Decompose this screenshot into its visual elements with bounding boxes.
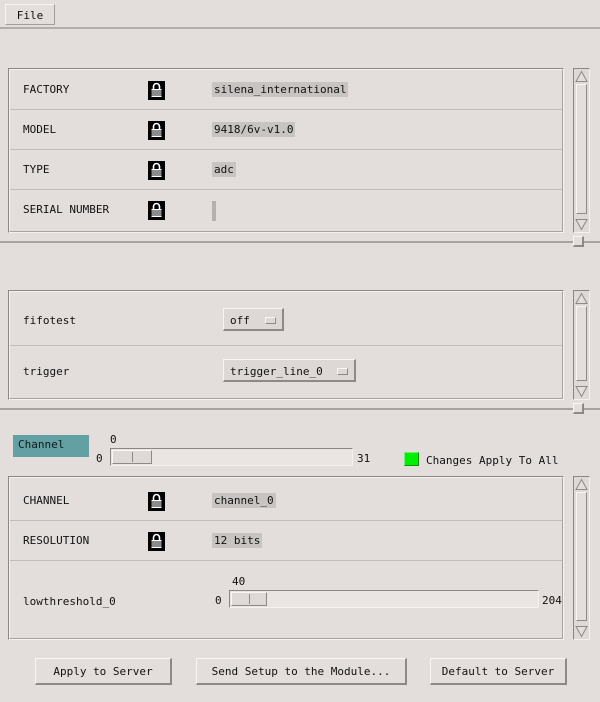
pane-sash-grip-1[interactable] — [573, 236, 584, 247]
channel-selector-bar: Channel 0 0 31 Changes Apply To All — [0, 414, 600, 467]
fifotest-option-menu[interactable]: off — [223, 308, 284, 331]
lowthreshold-slider[interactable] — [229, 590, 539, 608]
row-label-serial-number: SERIAL NUMBER — [23, 203, 110, 216]
lock-icon — [148, 81, 165, 100]
lowthreshold-slider-max-label: 2047 — [542, 594, 562, 607]
channel-panel-scrollbar[interactable] — [573, 476, 590, 640]
value-resolution: 12 bits — [212, 533, 263, 548]
module-info-panel-inner: FACTORY silena_international MODEL 9418/… — [9, 69, 563, 232]
value-channel: channel_0 — [212, 493, 276, 508]
lock-icon — [148, 161, 165, 180]
lowthreshold-slider-current-value: 40 — [232, 575, 246, 588]
row-label-resolution: RESOLUTION — [23, 534, 90, 547]
channel-slider[interactable] — [110, 448, 353, 466]
changes-apply-to-all-label: Changes Apply To All — [426, 454, 559, 467]
scroll-down-arrow-icon[interactable] — [575, 385, 588, 398]
send-setup-to-module-button[interactable]: Send Setup to the Module... — [196, 658, 407, 685]
channel-slider-min-label: 0 — [96, 452, 103, 465]
scroll-thumb[interactable] — [576, 84, 587, 214]
module-info-scrollbar[interactable] — [573, 68, 590, 233]
pane-sash-grip-2[interactable] — [573, 403, 584, 414]
channel-tag-label[interactable]: Channel — [13, 435, 89, 457]
option-menu-indicator-icon — [337, 367, 349, 375]
lock-icon — [148, 492, 165, 511]
channel-slider-max-label: 31 — [357, 452, 371, 465]
lock-icon — [148, 121, 165, 140]
scroll-up-arrow-icon[interactable] — [575, 70, 588, 83]
table-row[interactable]: TYPE adc — [10, 150, 562, 190]
action-button-bar: Apply to Server Send Setup to the Module… — [0, 658, 600, 692]
apply-to-server-button[interactable]: Apply to Server — [35, 658, 172, 685]
row-label-model: MODEL — [23, 123, 57, 136]
table-row[interactable]: RESOLUTION 12 bits — [10, 521, 562, 561]
table-row[interactable]: MODEL 9418/6v-v1.0 — [10, 110, 562, 150]
channel-panel-inner: CHANNEL channel_0 RESOLUTION 12 bits low… — [9, 477, 563, 639]
scroll-thumb[interactable] — [576, 306, 587, 381]
lock-icon — [148, 201, 165, 220]
module-settings-scrollbar[interactable] — [573, 290, 590, 400]
value-factory: silena_international — [212, 82, 349, 97]
table-row[interactable]: SERIAL NUMBER — [10, 190, 562, 231]
scroll-down-arrow-icon[interactable] — [575, 218, 588, 231]
value-type: adc — [212, 162, 236, 177]
module-settings-panel-inner: fifotest off trigger trigger_line_0 — [9, 291, 563, 399]
module-info-panel: FACTORY silena_international MODEL 9418/… — [8, 68, 564, 233]
row-label-lowthreshold: lowthreshold_0 — [23, 595, 116, 608]
menu-bar: File — [0, 0, 600, 29]
channel-panel: CHANNEL channel_0 RESOLUTION 12 bits low… — [8, 476, 564, 640]
scroll-up-arrow-icon[interactable] — [575, 292, 588, 305]
table-row[interactable]: CHANNEL channel_0 — [10, 481, 562, 521]
pane-sash-divider-2 — [0, 408, 600, 410]
row-label-type: TYPE — [23, 163, 50, 176]
table-row[interactable]: trigger trigger_line_0 — [10, 346, 562, 398]
row-label-fifotest: fifotest — [23, 314, 76, 327]
trigger-option-menu[interactable]: trigger_line_0 — [223, 359, 357, 382]
default-to-server-button[interactable]: Default to Server — [430, 658, 567, 685]
scroll-thumb[interactable] — [576, 492, 587, 621]
menu-file[interactable]: File — [5, 4, 55, 25]
lowthreshold-slider-thumb[interactable] — [231, 592, 267, 606]
table-row[interactable]: fifotest off — [10, 295, 562, 346]
table-row[interactable]: FACTORY silena_international — [10, 70, 562, 110]
lowthreshold-slider-min-label: 0 — [215, 594, 222, 607]
lowthreshold-slider-trough[interactable] — [229, 590, 539, 608]
channel-slider-current-value: 0 — [110, 433, 117, 446]
row-label-channel: CHANNEL — [23, 494, 70, 507]
scroll-up-arrow-icon[interactable] — [575, 478, 588, 491]
option-menu-indicator-icon — [264, 316, 276, 324]
row-label-factory: FACTORY — [23, 83, 70, 96]
row-label-trigger: trigger — [23, 365, 70, 378]
scroll-down-arrow-icon[interactable] — [575, 625, 588, 638]
channel-slider-thumb[interactable] — [112, 450, 152, 464]
fifotest-option-value: off — [230, 313, 250, 327]
value-serial-number — [212, 201, 216, 221]
trigger-option-value: trigger_line_0 — [230, 364, 323, 378]
module-settings-panel: fifotest off trigger trigger_line_0 — [8, 290, 564, 400]
value-model: 9418/6v-v1.0 — [212, 122, 296, 137]
changes-apply-to-all-indicator[interactable] — [404, 452, 419, 466]
lock-icon — [148, 532, 165, 551]
pane-sash-divider-1 — [0, 241, 600, 243]
table-row[interactable]: lowthreshold_0 40 0 2047 — [10, 561, 562, 638]
